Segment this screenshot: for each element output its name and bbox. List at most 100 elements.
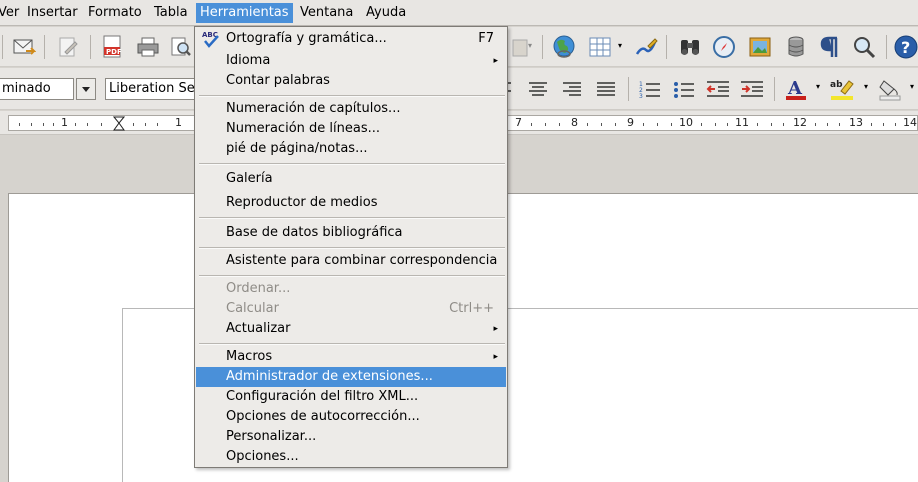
menu-item-label: Actualizar [226, 321, 291, 336]
print-preview-icon[interactable] [166, 33, 194, 61]
menu-item-calculate: Calcular Ctrl++ [196, 299, 506, 319]
menu-item-mail-merge[interactable]: Asistente para combinar correspondencia [196, 251, 506, 271]
print-icon[interactable] [134, 33, 162, 61]
menu-item-word-count[interactable]: Contar palabras [196, 71, 506, 91]
menu-separator [199, 247, 505, 249]
menu-separator [199, 163, 505, 165]
ruler-tick [31, 123, 32, 126]
menu-item-label: Contar palabras [226, 73, 330, 88]
svg-text:?: ? [901, 38, 910, 57]
background-color-dropdown-icon[interactable]: ▾ [910, 82, 914, 91]
toolbar-separator [542, 35, 543, 59]
table-dropdown-icon[interactable]: ▾ [618, 41, 622, 50]
ruler-tick [145, 123, 146, 126]
bullets-icon[interactable] [670, 75, 698, 103]
help-icon[interactable]: ? [892, 33, 918, 61]
svg-text:A: A [787, 78, 803, 99]
menu-item-macros[interactable]: Macros ▸ [196, 347, 506, 367]
menu-item-autocorrect[interactable]: Opciones de autocorrección... [196, 407, 506, 427]
highlighting-dropdown-icon[interactable]: ▾ [864, 82, 868, 91]
menu-format[interactable]: Formato [84, 3, 146, 23]
menu-table[interactable]: Tabla [150, 3, 192, 23]
menu-item-bibliography[interactable]: Base de datos bibliográfica [196, 223, 506, 243]
menu-item-chapter-numbering[interactable]: Numeración de capítulos... [196, 99, 506, 119]
toolbar-separator [774, 77, 775, 101]
menu-item-language[interactable]: Idioma ▸ [196, 51, 506, 71]
svg-text:3: 3 [639, 93, 643, 99]
formatting-marks-pilcrow-icon[interactable] [816, 33, 844, 61]
menu-item-customize[interactable]: Personalizar... [196, 427, 506, 447]
find-replace-binoculars-icon[interactable] [676, 33, 704, 61]
menu-separator [199, 275, 505, 277]
menu-item-label: Numeración de líneas... [226, 121, 381, 136]
menu-item-label: Macros [226, 349, 273, 364]
justify-icon[interactable] [592, 75, 620, 103]
table-icon[interactable] [586, 33, 614, 61]
ruler-indent-marker-icon[interactable] [113, 116, 125, 131]
menu-item-label: Ortografía y gramática... [226, 31, 387, 46]
align-right-icon[interactable] [558, 75, 586, 103]
font-color-dropdown-icon[interactable]: ▾ [816, 82, 820, 91]
align-center-icon[interactable] [524, 75, 552, 103]
menu-item-media-player[interactable]: Reproductor de medios [196, 193, 506, 213]
increase-indent-icon[interactable] [738, 75, 766, 103]
menu-item-options[interactable]: Opciones... [196, 447, 506, 467]
export-pdf-icon[interactable]: PDF [98, 33, 126, 61]
menu-item-xml-filter[interactable]: Configuración del filtro XML... [196, 387, 506, 407]
ruler-tick [895, 123, 896, 126]
menu-item-line-numbering[interactable]: Numeración de líneas... [196, 119, 506, 139]
toolbar-separator [44, 35, 45, 59]
menu-tools[interactable]: Herramientas [196, 3, 293, 23]
submenu-arrow-icon: ▸ [493, 324, 498, 334]
ruler-tick [757, 123, 758, 126]
ruler-label: 8 [571, 116, 578, 129]
menu-item-label: Opciones... [226, 449, 299, 464]
ruler-label: 10 [679, 116, 693, 129]
ruler-label: 11 [735, 116, 749, 129]
background-color-bucket-icon[interactable] [876, 75, 904, 103]
paste-dropdown-icon[interactable]: ▾ [528, 41, 532, 50]
menu-item-gallery[interactable]: Galería [196, 169, 506, 189]
menu-item-label: Opciones de autocorrección... [226, 409, 420, 424]
menu-item-footnotes[interactable]: pié de página/notas... [196, 139, 506, 159]
zoom-magnifier-icon[interactable] [850, 33, 878, 61]
ruler-label: 12 [793, 116, 807, 129]
email-icon[interactable] [10, 33, 38, 61]
menu-item-label: pié de página/notas... [226, 141, 368, 156]
menu-item-label: Galería [226, 171, 273, 186]
data-sources-icon[interactable] [782, 33, 810, 61]
font-color-icon[interactable]: A [782, 75, 810, 103]
submenu-arrow-icon: ▸ [493, 352, 498, 362]
menu-item-extension-manager[interactable]: Administrador de extensiones... [196, 367, 506, 387]
menu-view[interactable]: Ver [0, 3, 23, 23]
paragraph-style-dropdown-icon[interactable] [76, 78, 96, 100]
menu-help[interactable]: Ayuda [362, 3, 410, 23]
menu-item-spelling[interactable]: ABC Ortografía y gramática... F7 [196, 29, 506, 49]
highlighting-icon[interactable]: ab [828, 75, 856, 103]
menu-item-label: Administrador de extensiones... [226, 369, 433, 384]
draw-functions-icon[interactable] [632, 33, 660, 61]
toolbar-separator [90, 35, 91, 59]
ruler-tick [43, 123, 44, 126]
toolbar-separator [628, 77, 629, 101]
menu-item-label: Reproductor de medios [226, 195, 378, 210]
menu-separator [199, 217, 505, 219]
numbering-icon[interactable]: 123 [636, 75, 664, 103]
menu-insert[interactable]: Insertar [23, 3, 82, 23]
paragraph-style-combo[interactable]: minado [0, 78, 74, 100]
ruler-label: 9 [627, 116, 634, 129]
menu-separator [199, 343, 505, 345]
ruler-tick [157, 123, 158, 126]
navigator-compass-icon[interactable] [710, 33, 738, 61]
menu-item-update[interactable]: Actualizar ▸ [196, 319, 506, 339]
gallery-picture-icon[interactable] [746, 33, 774, 61]
hyperlink-globe-icon[interactable] [550, 33, 578, 61]
ruler-tick [783, 123, 784, 126]
spellcheck-abc-icon: ABC [202, 31, 219, 48]
decrease-indent-icon[interactable] [704, 75, 732, 103]
ruler-tick [827, 123, 828, 126]
ruler-tick [587, 123, 588, 126]
menu-window[interactable]: Ventana [296, 3, 357, 23]
edit-file-icon[interactable] [54, 33, 82, 61]
menu-item-label: Configuración del filtro XML... [226, 389, 419, 404]
